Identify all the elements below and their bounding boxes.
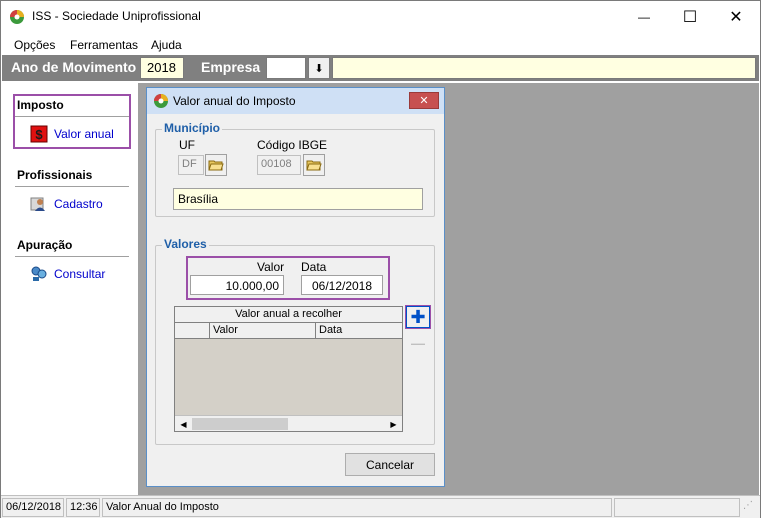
valor-label: Valor bbox=[257, 260, 285, 274]
sidebar-item-cadastro[interactable]: Cadastro bbox=[30, 194, 103, 214]
section-divider bbox=[15, 256, 129, 257]
status-panel bbox=[614, 498, 740, 517]
section-title-apuracao: Apuração bbox=[17, 238, 73, 252]
sidebar-item-valor-anual[interactable]: $ Valor anual bbox=[30, 124, 114, 144]
resize-grip-icon[interactable]: ⋰ bbox=[743, 500, 757, 516]
empresa-dropdown-button[interactable]: ⬇ bbox=[308, 57, 330, 79]
plus-icon: ✚ bbox=[410, 306, 426, 327]
municipio-legend: Município bbox=[162, 121, 222, 135]
app-icon bbox=[154, 94, 168, 108]
grid-body bbox=[175, 340, 402, 414]
empresa-code-field[interactable] bbox=[266, 57, 306, 79]
triangle-left-icon: ◀ bbox=[180, 419, 187, 429]
section-divider bbox=[15, 116, 129, 117]
year-label: Ano de Movimento bbox=[11, 59, 137, 75]
arrow-down-icon: ⬇ bbox=[314, 62, 324, 75]
remove-row-button[interactable]: — bbox=[406, 332, 430, 354]
ibge-field[interactable]: 00108 bbox=[257, 155, 301, 175]
uf-field[interactable]: DF bbox=[178, 155, 204, 175]
valor-field[interactable]: 10.000,00 bbox=[190, 275, 284, 295]
scroll-thumb[interactable] bbox=[192, 418, 288, 430]
city-name-field[interactable]: Brasília bbox=[173, 188, 423, 210]
cancel-button[interactable]: Cancelar bbox=[345, 453, 435, 476]
menu-opcoes[interactable]: Opções bbox=[14, 38, 55, 52]
data-field[interactable]: 06/12/2018 bbox=[301, 275, 383, 295]
svg-text:$: $ bbox=[35, 127, 43, 142]
ibge-label: Código IBGE bbox=[257, 138, 328, 152]
grid-caption: Valor anual a recolher bbox=[175, 307, 402, 323]
maximize-button[interactable]: ☐ bbox=[667, 1, 713, 33]
year-field[interactable]: 2018 bbox=[140, 57, 184, 79]
sidebar-item-label: Valor anual bbox=[54, 127, 114, 141]
people-search-icon bbox=[31, 266, 47, 281]
municipio-group: Município UF DF Código IBGE 00108 Brasíl… bbox=[155, 121, 435, 217]
uf-label: UF bbox=[179, 138, 195, 152]
sidebar-item-label: Consultar bbox=[54, 267, 106, 281]
movement-toolbar: Ano de Movimento 2018 Empresa ⬇ bbox=[2, 55, 759, 81]
close-icon: ✕ bbox=[419, 95, 429, 107]
window-title: ISS - Sociedade Uniprofissional bbox=[32, 9, 201, 23]
section-divider bbox=[15, 186, 129, 187]
grid-column-header[interactable]: Valor bbox=[210, 323, 316, 338]
maximize-icon: ☐ bbox=[682, 9, 698, 26]
grid-row-indicator-header bbox=[175, 323, 210, 338]
status-message: Valor Anual do Imposto bbox=[102, 498, 612, 517]
title-bar: ISS - Sociedade Uniprofissional — ☐ ✕ bbox=[1, 1, 760, 33]
minus-icon: — bbox=[411, 335, 425, 351]
section-title-imposto: Imposto bbox=[17, 98, 64, 112]
app-icon bbox=[10, 10, 24, 24]
section-title-profissionais: Profissionais bbox=[17, 168, 93, 182]
ibge-open-button[interactable] bbox=[303, 154, 325, 176]
valor-anual-grid[interactable]: Valor anual a recolher Valor Data ◀ ▶ bbox=[174, 306, 403, 432]
dialog-title: Valor anual do Imposto bbox=[173, 94, 296, 108]
horizontal-scrollbar[interactable]: ◀ ▶ bbox=[175, 415, 402, 431]
triangle-right-icon: ▶ bbox=[390, 419, 397, 429]
person-icon bbox=[30, 197, 45, 211]
sidebar-item-label: Cadastro bbox=[54, 197, 103, 211]
grid-header-row: Valor Data bbox=[175, 323, 402, 339]
close-icon: ✕ bbox=[729, 9, 743, 26]
status-time: 12:36 bbox=[66, 498, 100, 517]
folder-open-icon bbox=[306, 160, 322, 171]
uf-open-button[interactable] bbox=[205, 154, 227, 176]
empresa-label: Empresa bbox=[201, 59, 261, 75]
empresa-name-field[interactable] bbox=[332, 57, 756, 79]
dollar-icon: $ bbox=[30, 125, 48, 143]
minimize-button[interactable]: — bbox=[621, 1, 667, 33]
menu-bar: Opções Ferramentas Ajuda bbox=[1, 35, 760, 55]
status-bar: 06/12/2018 12:36 Valor Anual do Imposto … bbox=[1, 495, 760, 518]
add-row-button[interactable]: ✚ bbox=[406, 306, 430, 328]
status-date: 06/12/2018 bbox=[2, 498, 64, 517]
scroll-left-button[interactable]: ◀ bbox=[175, 416, 192, 432]
grid-column-header[interactable]: Data bbox=[316, 323, 402, 338]
dialog-title-bar[interactable]: Valor anual do Imposto ✕ bbox=[147, 88, 444, 114]
sidebar: Imposto $ Valor anual Profissionais Cada… bbox=[2, 83, 138, 495]
valores-legend: Valores bbox=[162, 237, 209, 251]
valor-anual-dialog: Valor anual do Imposto ✕ Município UF DF… bbox=[146, 87, 445, 487]
folder-open-icon bbox=[208, 160, 224, 171]
sidebar-item-consultar[interactable]: Consultar bbox=[30, 264, 105, 284]
minimize-icon: — bbox=[638, 10, 650, 24]
app-window: ISS - Sociedade Uniprofissional — ☐ ✕ Op… bbox=[0, 0, 761, 518]
scroll-right-button[interactable]: ▶ bbox=[385, 416, 402, 432]
dialog-close-button[interactable]: ✕ bbox=[409, 92, 439, 109]
data-label: Data bbox=[301, 260, 327, 274]
menu-ajuda[interactable]: Ajuda bbox=[151, 38, 182, 52]
close-button[interactable]: ✕ bbox=[713, 1, 759, 33]
menu-ferramentas[interactable]: Ferramentas bbox=[70, 38, 138, 52]
